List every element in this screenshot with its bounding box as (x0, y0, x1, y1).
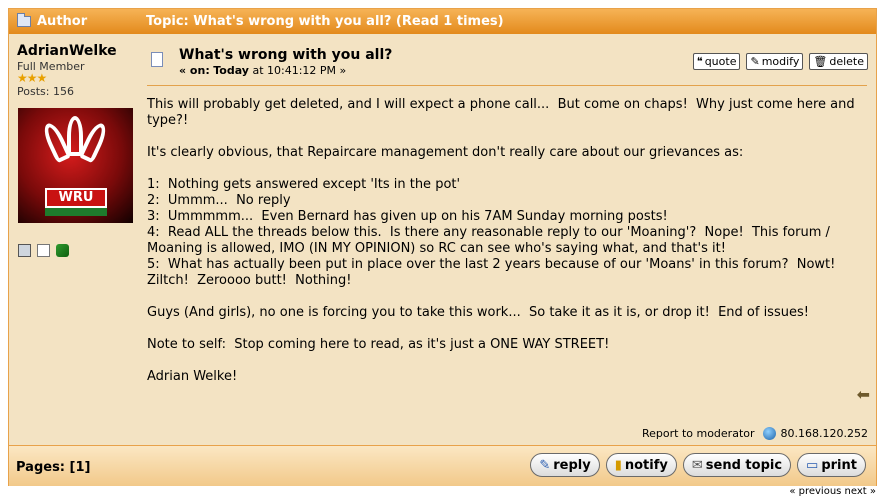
quick-reply-icon[interactable]: ⬅ (857, 385, 870, 404)
delete-label: delete (829, 55, 864, 68)
modify-label: modify (761, 55, 800, 68)
printer-icon: ▭ (806, 457, 819, 473)
send-topic-icon: ✉ (691, 457, 703, 473)
post-date: « on: Today at 10:41:12 PM » (179, 64, 346, 77)
post-document-icon (151, 52, 163, 67)
topic-frame: Author Topic: What's wrong with you all?… (8, 8, 877, 486)
avatar-wru-label: WRU (45, 188, 107, 208)
topic-title: Topic: What's wrong with you all? (Read … (146, 14, 504, 29)
post-date-time: at 10:41:12 PM » (252, 64, 347, 77)
subject-divider (147, 85, 867, 86)
author-column-header: Author (17, 13, 88, 29)
body-line: 5: What has actually been put in place o… (147, 257, 844, 288)
send-topic-label: send topic (705, 457, 783, 473)
report-row: Report to moderator 80.168.120.252 (642, 427, 868, 440)
delete-button[interactable]: 🗑 delete (809, 53, 868, 70)
folder-icon (17, 13, 31, 27)
modify-button[interactable]: ✎ modify (746, 53, 804, 70)
personal-message-icon[interactable] (37, 244, 50, 257)
feather-right-shape (78, 120, 110, 164)
quote-label: quote (704, 55, 737, 68)
topic-buttons: ✎ reply ▮ notify ✉ send topic ▭ print (530, 453, 866, 477)
author-header-label: Author (37, 14, 88, 29)
quote-icon: ❝ (696, 55, 703, 68)
body-line: Note to self: Stop coming here to read, … (147, 337, 610, 352)
reply-icon: ✎ (539, 457, 551, 473)
body-line: It's clearly obvious, that Repaircare ma… (147, 145, 744, 160)
print-label: print (821, 457, 857, 473)
body-line: 1: Nothing gets answered except 'Its in … (147, 177, 461, 192)
author-name-link[interactable]: AdrianWelke (17, 43, 117, 59)
topic-header: Author Topic: What's wrong with you all?… (9, 9, 876, 34)
body-line: 2: Ummm... No reply (147, 193, 291, 208)
ip-info: 80.168.120.252 (762, 427, 868, 440)
quote-button[interactable]: ❝ quote (692, 53, 741, 70)
post-date-day: Today (213, 64, 249, 77)
author-panel: AdrianWelke Full Member ★★★ Posts: 156 W… (9, 35, 139, 443)
notify-icon: ▮ (614, 457, 622, 473)
reply-label: reply (553, 457, 591, 473)
post-count: Posts: 156 (17, 85, 74, 98)
body-line: 4: Read ALL the threads below this. Is t… (147, 225, 835, 256)
topic-footer: Pages: [1] ✎ reply ▮ notify ✉ send topic… (9, 445, 876, 486)
profile-card-icon[interactable] (18, 244, 31, 257)
report-to-moderator-link[interactable]: Report to moderator (642, 427, 755, 440)
send-topic-button[interactable]: ✉ send topic (682, 453, 792, 477)
print-button[interactable]: ▭ print (797, 453, 866, 477)
trash-icon: 🗑 (813, 55, 828, 68)
pencil-icon: ✎ (750, 55, 760, 68)
pagination[interactable]: Pages: [1] (16, 460, 90, 475)
body-line: 3: Ummmmm... Even Bernard has given up o… (147, 209, 668, 224)
post-panel: What's wrong with you all? « on: Today a… (139, 35, 876, 443)
profile-icons (18, 244, 69, 257)
avatar-green-bar (45, 208, 107, 216)
body-line: This will probably get deleted, and I wi… (147, 97, 859, 128)
notify-label: notify (624, 457, 668, 473)
rank-stars: ★★★ (17, 71, 47, 85)
body-line: Guys (And girls), no one is forcing you … (147, 305, 809, 320)
aim-icon[interactable] (56, 244, 69, 257)
post-date-prefix: « on: (179, 64, 210, 77)
reply-button[interactable]: ✎ reply (530, 453, 600, 477)
topic-navigation[interactable]: « previous next » (789, 486, 876, 497)
post-subject[interactable]: What's wrong with you all? (179, 47, 392, 63)
globe-icon (762, 427, 776, 440)
notify-button[interactable]: ▮ notify (605, 453, 677, 477)
post-body: This will probably get deleted, and I wi… (147, 97, 869, 385)
avatar: WRU (18, 108, 133, 223)
ip-address[interactable]: 80.168.120.252 (781, 427, 868, 440)
post-actions: ❝ quote ✎ modify 🗑 delete (692, 53, 868, 70)
body-line: Adrian Welke! (147, 369, 238, 384)
